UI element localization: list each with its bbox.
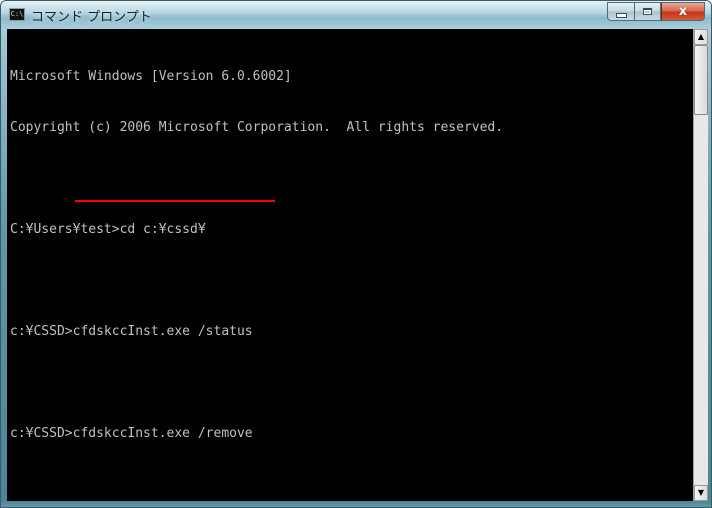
scroll-up-button[interactable]: ▲ <box>694 29 708 45</box>
minimize-icon <box>615 12 627 18</box>
title-bar[interactable]: C:\ コマンド プロンプト x <box>1 1 711 29</box>
console-line: Microsoft Windows [Version 6.0.6002] <box>10 69 292 84</box>
scroll-thumb[interactable] <box>694 45 708 115</box>
command-prompt-window: C:\ コマンド プロンプト x Microsoft Windows [Vers… <box>0 0 712 508</box>
scroll-down-button[interactable]: ▼ <box>694 485 708 501</box>
caption-buttons: x <box>607 2 705 21</box>
highlight-underline <box>75 200 275 202</box>
console-line: Copyright (c) 2006 Microsoft Corporation… <box>10 120 504 135</box>
console-line-highlighted: c:¥CSSD>cfdskccInst.exe /remove <box>10 426 253 441</box>
maximize-icon <box>643 8 652 15</box>
console-app-icon[interactable]: C:\ <box>9 8 25 21</box>
arrow-down-icon: ▼ <box>697 488 705 497</box>
close-button[interactable]: x <box>661 2 705 21</box>
console-output[interactable]: Microsoft Windows [Version 6.0.6002] Cop… <box>7 29 693 501</box>
arrow-up-icon: ▲ <box>697 32 705 41</box>
close-icon: x <box>678 4 688 19</box>
minimize-button[interactable] <box>607 2 634 21</box>
vertical-scrollbar[interactable]: ▲ ▼ <box>693 29 708 501</box>
console-line: C:¥Users¥test>cd c:¥cssd¥ <box>10 222 206 237</box>
console-line: c:¥CSSD>cfdskccInst.exe /status <box>10 324 253 339</box>
window-bottom-border <box>1 501 711 507</box>
maximize-button[interactable] <box>634 2 661 21</box>
window-title: コマンド プロンプト <box>31 10 152 25</box>
